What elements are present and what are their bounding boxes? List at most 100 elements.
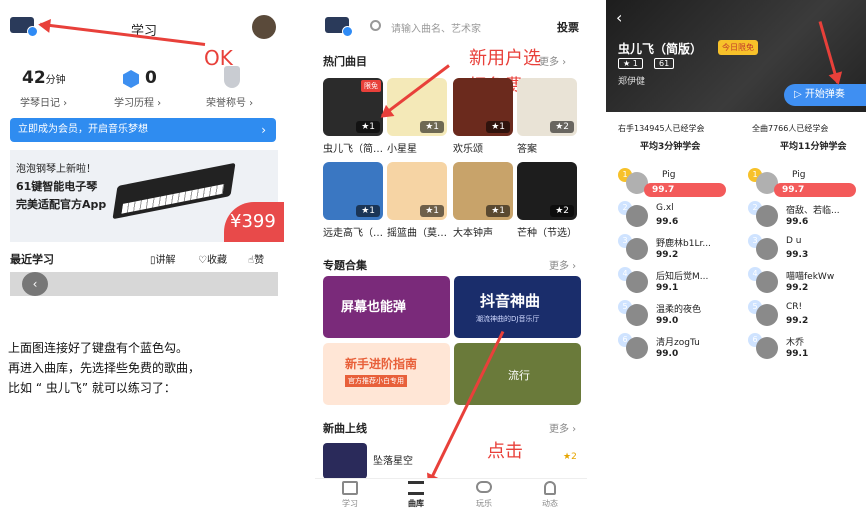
search-input[interactable]: 请输入曲名、艺术家 [391,20,481,35]
piano-icon [342,481,358,495]
leaderboard-row[interactable]: 2 宿敌、若临... 99.6 [736,201,866,231]
song-stars: ★1 [356,121,380,133]
song-title[interactable]: 小星星 [387,140,417,155]
promo-banner[interactable]: 泡泡钢琴上新啦！ 61键智能电子琴 完美适配官方App ¥399 [10,150,284,242]
right-hand-learned: 全曲7766人已经学会 [752,124,829,133]
song-title[interactable]: 欢乐颂 [453,140,483,155]
search-icon[interactable] [370,20,381,31]
player-name: 宿敌、若临... [786,206,840,216]
new-more-link[interactable]: 更多 › [549,420,576,435]
difficulty-badge: ★ 1 [618,58,643,69]
tab-play[interactable]: 玩乐 [469,481,499,509]
song-stars: ★1 [420,121,444,133]
song-title[interactable]: 远走高飞（… [323,224,383,239]
avatar [756,337,778,359]
song-tile[interactable]: ★1 [453,78,513,136]
new-song-title[interactable]: 坠落星空 [373,452,413,467]
keys-badge: 61 [654,58,675,69]
artist-name: 郑伊健 [618,77,646,87]
player-name: 后知后觉M... [656,272,709,282]
leaderboard-row[interactable]: 3 野鹿林b1Lr... 99.2 [606,234,736,264]
song-tile[interactable]: ★2 [517,78,577,136]
keyboard-connected-icon[interactable] [325,17,353,37]
leaderboard-row[interactable]: 1 Pig 99.7 [606,168,736,198]
learning-screen: 学习 OK 42分钟 学琴日记 › 0 学习历程 › 荣誉称号 › 立即成为会员… [0,0,288,300]
avatar [756,238,778,260]
song-tile[interactable]: ★1 限免 [323,78,383,136]
player-score: 99.6 [786,217,809,227]
library-icon [408,481,424,495]
collections-more-link[interactable]: 更多 › [549,257,576,272]
player-name: Pig [662,170,676,180]
player-name: CR! [786,302,803,312]
member-bar[interactable]: 立即成为会员，开启音乐梦想 › [10,118,276,142]
leaderboard-row[interactable]: 1 Pig 99.7 [736,168,866,198]
collection-tile[interactable]: 新手进阶指南 官方推荐小白专用 [323,343,450,405]
back-arrow-icon[interactable]: ‹ [22,272,48,296]
back-icon[interactable]: ‹ [616,8,622,27]
bell-icon [544,481,556,495]
annotation-new-user: 新用户选 [469,48,541,69]
leaderboard-right: 1 Pig 99.7 2 宿敌、若临... 99.6 3 D u 99.3 4 喵喵fekWw 99.… [736,168,866,378]
progress-hex-icon [123,70,139,88]
tab-library[interactable]: 曲库 [401,481,431,509]
song-title[interactable]: 答案 [517,140,537,155]
stat-progress-label: 学习历程 › [114,98,162,109]
song-title[interactable]: 虫儿飞（简… [323,140,383,155]
song-title[interactable]: 芒种（节选） [517,224,577,239]
section-recent: 最近学习 [10,253,54,266]
song-tile[interactable]: ★1 [453,162,513,220]
action-favorite[interactable]: ♡收藏 [198,251,227,266]
gamepad-icon [476,481,492,493]
left-hand-learned: 右手134945人已经学会 [618,124,705,133]
avatar [626,238,648,260]
player-score: 99.1 [656,283,679,293]
tab-feed[interactable]: 动态 [535,481,565,509]
vote-button[interactable]: 投票 [557,19,579,35]
player-name: 木乔 [786,338,805,348]
free-badge: 今日限免 [718,40,758,55]
song-stars: ★2 [550,205,574,217]
new-song-cover[interactable] [323,443,367,479]
section-new-songs: 新曲上线 [323,422,367,435]
score-pill: 99.7 [774,183,856,197]
avatar [626,271,648,293]
song-stars: ★2 [550,121,574,133]
player-name: Pig [792,170,806,180]
collection-tile[interactable]: 抖音神曲 潮流神曲的DJ音乐厅 [454,276,581,338]
song-stars: ★1 [486,205,510,217]
action-like[interactable]: ☝赞 [248,251,264,266]
player-name: 野鹿林b1Lr... [656,239,711,249]
trophy-icon[interactable] [224,66,240,88]
hot-more-link[interactable]: 更多 › [539,53,566,68]
song-stars: ★1 [420,205,444,217]
leaderboard-row[interactable]: 4 喵喵fekWw 99.2 [736,267,866,297]
song-tile[interactable]: ★2 [517,162,577,220]
player-score: 99.2 [656,250,679,260]
stat-progress[interactable]: 0 [145,68,157,88]
song-tile[interactable]: ★1 [323,162,383,220]
leaderboard-row[interactable]: 6 清月zogTu 99.0 [606,333,736,363]
leaderboard-row[interactable]: 5 CR! 99.2 [736,300,866,330]
player-score: 99.0 [656,316,679,326]
collection-tile[interactable]: 屏幕也能弹 [323,276,450,338]
avatar [626,337,648,359]
song-title[interactable]: 大本钟声 [453,224,493,239]
annotation-click: 点击 [487,441,523,462]
leaderboard-row[interactable]: 5 温柔的夜色 99.0 [606,300,736,330]
song-tile[interactable]: ★1 [387,162,447,220]
leaderboard-row[interactable]: 2 G.xl 99.6 [606,201,736,231]
leaderboard-row[interactable]: 4 后知后觉M... 99.1 [606,267,736,297]
stat-minutes[interactable]: 42分钟 [22,68,66,88]
tab-learn[interactable]: 学习 [335,481,365,509]
leaderboard-row[interactable]: 3D u 99.3 [736,234,866,264]
player-score: 99.2 [786,283,809,293]
start-play-button[interactable]: ▷ 开始弹奏 [784,84,866,106]
avatar[interactable] [252,15,276,39]
player-name: 喵喵fekWw [786,272,835,282]
recent-strip[interactable]: ‹ [10,272,278,296]
song-title[interactable]: 摇篮曲（莫… [387,224,447,239]
action-explain[interactable]: ▯讲解 [150,251,176,266]
song-stars: ★1 [356,205,380,217]
leaderboard-row[interactable]: 6 木乔 99.1 [736,333,866,363]
